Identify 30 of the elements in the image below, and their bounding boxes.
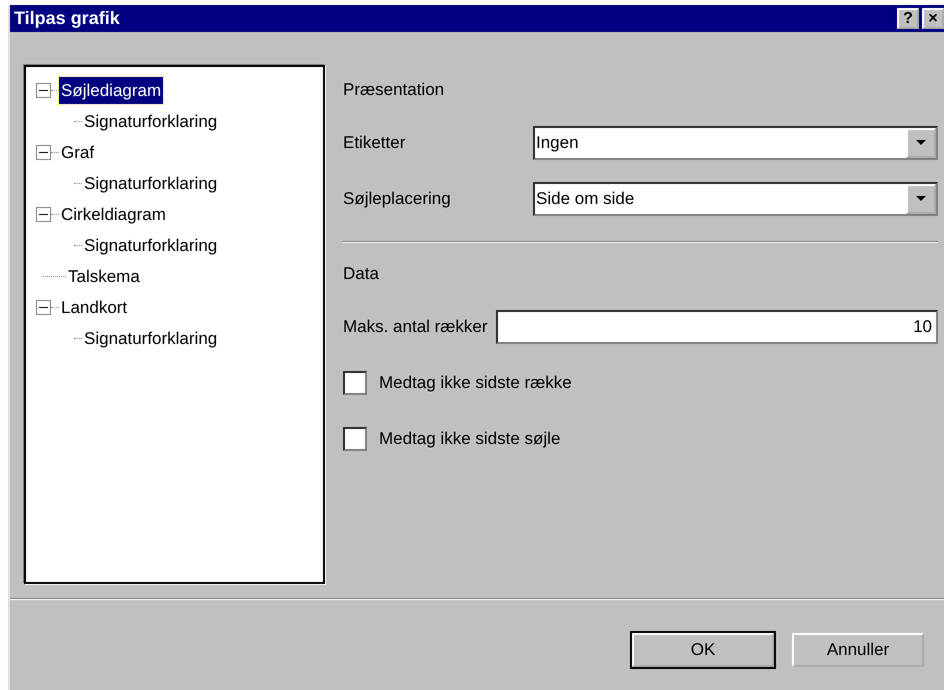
checkbox-label: Medtag ikke sidste række bbox=[379, 372, 572, 394]
collapse-icon[interactable] bbox=[36, 83, 51, 98]
tree-item[interactable]: Signaturforklaring bbox=[82, 232, 220, 260]
tree-item[interactable]: Signaturforklaring bbox=[82, 324, 220, 352]
collapse-icon[interactable] bbox=[36, 145, 51, 160]
tree-item[interactable]: Søjlediagram bbox=[59, 76, 164, 104]
tree-item[interactable]: Signaturforklaring bbox=[82, 170, 220, 198]
checkbox[interactable] bbox=[343, 427, 367, 451]
dropdown[interactable]: Side om side bbox=[533, 182, 938, 216]
close-button[interactable]: × bbox=[922, 8, 944, 29]
number-field[interactable]: 10 bbox=[496, 310, 938, 344]
checkbox-label: Medtag ikke sidste søjle bbox=[379, 428, 560, 450]
cancel-button[interactable]: Annuller bbox=[792, 633, 924, 667]
checkbox[interactable] bbox=[343, 371, 367, 395]
tree-item[interactable]: Talskema bbox=[66, 262, 142, 290]
section-heading: Præsentation bbox=[343, 79, 444, 102]
ok-button[interactable]: OK bbox=[632, 633, 774, 667]
collapse-icon[interactable] bbox=[36, 207, 51, 222]
section-heading: Data bbox=[343, 263, 379, 286]
tree-item[interactable]: Cirkeldiagram bbox=[59, 200, 168, 228]
tree-item[interactable]: Landkort bbox=[59, 294, 130, 322]
dropdown[interactable]: Ingen bbox=[533, 126, 938, 160]
collapse-icon[interactable] bbox=[36, 300, 51, 315]
window-title: Tilpas grafik bbox=[14, 7, 120, 30]
field-label: Søjleplacering bbox=[343, 188, 452, 210]
tree-item[interactable]: Signaturforklaring bbox=[82, 108, 220, 136]
field-label: Etiketter bbox=[343, 132, 406, 154]
field-label: Maks. antal rækker bbox=[343, 316, 488, 338]
help-button[interactable]: ? bbox=[897, 8, 919, 29]
tree-item[interactable]: Graf bbox=[59, 138, 96, 166]
